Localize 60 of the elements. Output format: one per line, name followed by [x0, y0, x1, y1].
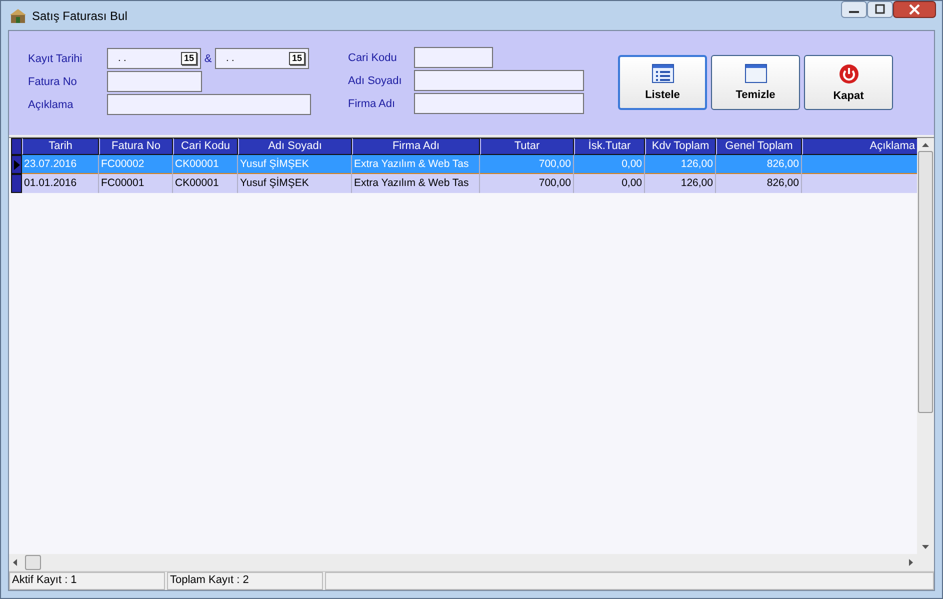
power-icon	[838, 64, 858, 84]
calendar-button[interactable]: 15	[288, 52, 305, 65]
table-cell: FC00001	[99, 174, 173, 193]
scroll-up-icon[interactable]	[922, 143, 929, 147]
app-icon	[9, 6, 27, 24]
toolbar-button[interactable]: Temizle	[711, 55, 800, 110]
table-cell: 0,00	[574, 174, 645, 193]
date-field[interactable]: . . 15	[215, 48, 309, 69]
input-field[interactable]	[414, 70, 584, 91]
table-cell: 01.01.2016	[22, 174, 99, 193]
row-indicator	[11, 174, 22, 193]
table-row[interactable]: 01.01.2016 FC00001 CK00001 Yusuf ŞİMŞEK Extra Yazılım & Web Tas 700,00 0,00 126,00 826,00	[11, 174, 917, 193]
range-separator: &	[203, 52, 213, 64]
calendar-button[interactable]: 15	[180, 52, 197, 65]
table-cell: 700,00	[480, 174, 574, 193]
field-label: Açıklama	[28, 98, 74, 110]
input-field[interactable]	[414, 93, 584, 114]
table-cell: 826,00	[716, 174, 802, 193]
toolbar-button[interactable]: Kapat	[804, 55, 893, 110]
scroll-left-icon[interactable]	[13, 559, 17, 566]
column-header[interactable]: Genel Toplam	[716, 138, 802, 155]
field-label: Adı Soyadı	[348, 74, 403, 86]
list-icon	[652, 64, 674, 83]
window-title: Satış Faturası Bul	[32, 8, 128, 22]
toolbar-button[interactable]: Listele	[618, 55, 707, 110]
date-field[interactable]: . . 15	[107, 48, 201, 69]
column-header[interactable]: Tarih	[22, 138, 99, 155]
column-header[interactable]: Firma Adı	[352, 138, 480, 155]
field-label: Kayıt Tarihi	[28, 52, 84, 64]
scroll-right-icon[interactable]	[909, 559, 913, 566]
field-label: Cari Kodu	[348, 52, 398, 64]
scroll-thumb[interactable]	[918, 151, 933, 413]
table-cell: Extra Yazılım & Web Tas	[352, 174, 480, 193]
column-header[interactable]: Kdv Toplam	[645, 138, 716, 155]
horizontal-scrollbar[interactable]	[9, 554, 934, 571]
column-header[interactable]: Tutar	[480, 138, 574, 155]
status-text: Aktif Kayıt : 1	[9, 572, 165, 590]
column-header[interactable]: İsk.Tutar	[574, 138, 645, 155]
column-header[interactable]: Adı Soyadı	[238, 138, 352, 155]
column-header[interactable]: Fatura No	[99, 138, 173, 155]
field-label: Fatura No	[28, 76, 78, 88]
field-label: Firma Adı	[348, 98, 396, 110]
maximize-icon[interactable]	[867, 1, 893, 18]
column-header[interactable]: Açıklama	[802, 138, 917, 155]
close-icon[interactable]	[893, 1, 936, 18]
input-field[interactable]	[107, 94, 311, 115]
scroll-down-icon[interactable]	[922, 545, 929, 549]
vertical-scrollbar[interactable]	[917, 138, 934, 554]
input-field[interactable]	[107, 71, 202, 92]
status-text: Toplam Kayıt : 2	[167, 572, 323, 590]
row-pointer-icon	[14, 160, 20, 170]
row-indicator-header	[11, 138, 22, 155]
column-header[interactable]: Cari Kodu	[173, 138, 238, 155]
table-cell: Yusuf ŞİMŞEK	[238, 174, 352, 193]
input-field[interactable]	[414, 47, 493, 68]
minimize-icon[interactable]	[841, 1, 867, 18]
table-cell: CK00001	[173, 174, 238, 193]
scroll-thumb[interactable]	[25, 555, 41, 570]
window-icon	[744, 64, 766, 83]
table-cell: 126,00	[645, 174, 716, 193]
